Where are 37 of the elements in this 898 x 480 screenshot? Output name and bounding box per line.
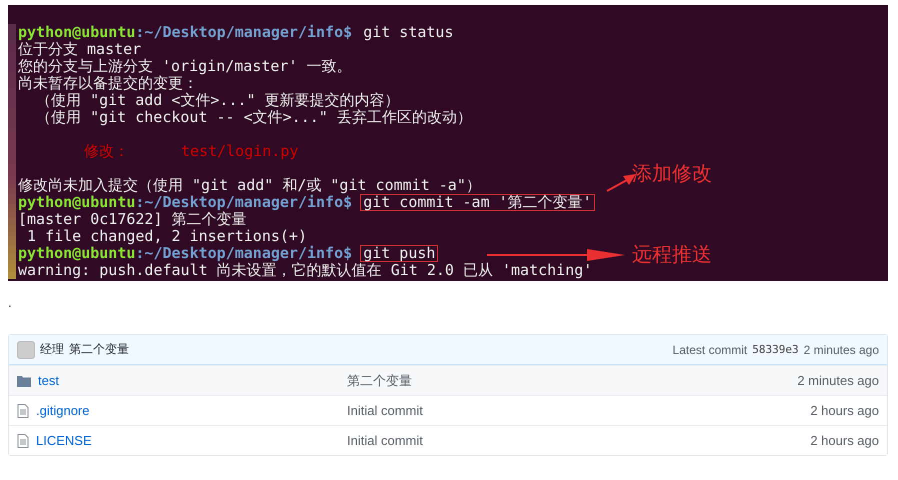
latest-commit-label: Latest commit — [672, 342, 748, 356]
commit-age: 2 hours ago — [810, 433, 879, 448]
file-link[interactable]: LICENSE — [36, 433, 92, 448]
period-text: . — [8, 295, 12, 310]
commit-author[interactable]: 经理 — [40, 341, 64, 358]
terminal-output: 位于分支 master — [18, 41, 142, 58]
commit-age: 2 hours ago — [810, 403, 879, 418]
prompt-path: :~/Desktop/manager/info$ — [135, 24, 352, 41]
prompt-user: python@ubuntu — [18, 194, 136, 211]
terminal-output: 修改尚未加入提交（使用 "git add" 和/或 "git commit -a"） — [18, 177, 481, 194]
terminal-output: 1 file changed, 2 insertions(+) — [26, 228, 307, 245]
prompt-path: :~/Desktop/manager/info$ — [135, 245, 352, 262]
modified-label: 修改： — [84, 143, 129, 160]
prompt-user: python@ubuntu — [18, 245, 136, 262]
terminal-output: 您的分支与上游分支 'origin/master' 一致。 — [18, 58, 352, 75]
terminal-output: （使用 "git checkout -- <文件>..." 丢弃工作区的改动） — [35, 109, 472, 126]
commit-age: 2 minutes ago — [804, 342, 879, 356]
highlighted-command: git push — [360, 245, 438, 262]
prompt-user: python@ubuntu — [18, 24, 136, 41]
commit-sha[interactable]: 58339e3 — [752, 343, 799, 356]
commit-age: 2 minutes ago — [797, 373, 879, 388]
terminal-output: 尚未暂存以备提交的变更： — [18, 75, 198, 92]
commit-message[interactable]: 第二个变量 — [69, 341, 129, 358]
file-link[interactable]: test — [38, 373, 59, 388]
highlighted-command: git commit -am '第二个变量' — [360, 194, 595, 211]
annotation-text: 远程推送 — [632, 241, 712, 268]
commit-message[interactable]: 第二个变量 — [347, 372, 798, 390]
commit-message[interactable]: Initial commit — [347, 403, 810, 418]
modified-file: test/login.py — [181, 143, 298, 160]
annotation-text: 添加修改 — [632, 160, 712, 187]
prompt-path: :~/Desktop/manager/info$ — [135, 194, 352, 211]
terminal-output: （使用 "git add <文件>..." 更新要提交的内容） — [35, 92, 400, 109]
file-link[interactable]: .gitignore — [36, 403, 90, 418]
commit-message[interactable]: Initial commit — [347, 433, 810, 448]
terminal-output: [master 0c17622] 第二个变量 — [18, 211, 247, 228]
terminal-output: warning: push.default 尚未设置，它的默认值在 Git 2.0 已从 'matching' — [18, 262, 592, 279]
terminal-command: git status — [362, 24, 454, 41]
